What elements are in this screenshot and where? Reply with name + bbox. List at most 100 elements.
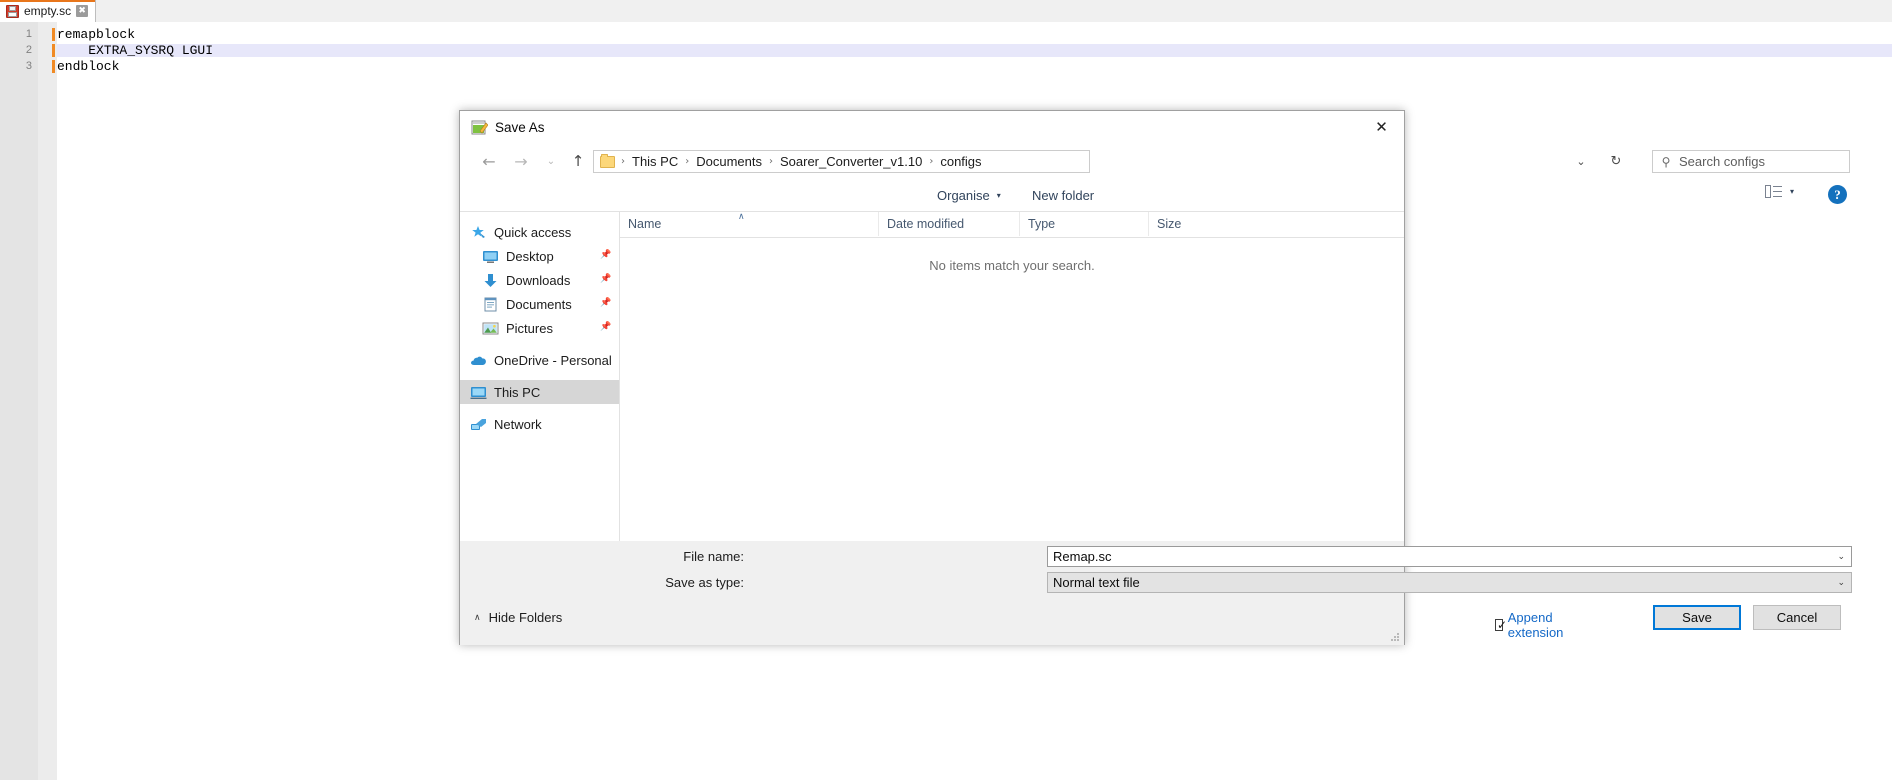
file-fields-area: File name: Remap.sc ⌄ Save as type: Norm… <box>460 541 1404 599</box>
file-name-row: File name: Remap.sc ⌄ <box>460 546 1404 567</box>
column-header-size-label: Size <box>1157 217 1181 231</box>
editor-tab-label: empty.sc <box>24 0 71 22</box>
breadcrumb-item-configs[interactable]: configs <box>939 154 982 169</box>
sidebar-item-label: This PC <box>494 385 540 400</box>
sidebar-item-this-pc[interactable]: This PC <box>460 380 619 404</box>
save-button[interactable]: Save <box>1653 605 1741 630</box>
append-extension-checkbox[interactable]: ✓ <box>1495 619 1503 631</box>
dialog-footer: ∧ Hide Folders ✓ Append extension Save C… <box>460 599 1404 645</box>
save-as-type-value: Normal text file <box>1053 575 1140 590</box>
sidebar-item-pictures[interactable]: Pictures 📌 <box>460 316 619 340</box>
close-icon[interactable]: ✕ <box>1359 111 1404 142</box>
resize-grip[interactable] <box>1391 633 1400 642</box>
forward-button[interactable]: → <box>508 148 534 174</box>
append-extension-option[interactable]: ✓ Append extension <box>1495 610 1568 640</box>
pin-icon[interactable]: 📌 <box>600 251 609 260</box>
chevron-down-icon[interactable]: ⌄ <box>1837 552 1845 562</box>
sidebar-item-label: Network <box>494 417 542 432</box>
dialog-body: Quick access Desktop 📌 Downloads 📌 <box>460 211 1404 542</box>
sidebar-item-quick-access[interactable]: Quick access <box>460 220 619 244</box>
chevron-down-icon: ▾ <box>997 191 1001 200</box>
organise-label: Organise <box>937 188 990 203</box>
documents-icon <box>482 297 499 312</box>
fold-bar-icon <box>52 60 55 73</box>
dialog-title-bar: Save As ✕ <box>460 111 1404 144</box>
view-mode-button[interactable]: ▾ <box>1765 185 1794 198</box>
dialog-title: Save As <box>495 119 545 136</box>
chevron-down-icon[interactable]: ⌄ <box>1837 578 1845 588</box>
column-header-date-modified[interactable]: Date modified <box>878 212 1019 236</box>
up-button[interactable]: ↑ <box>565 148 591 174</box>
hide-folders-button[interactable]: ∧ Hide Folders <box>474 610 562 625</box>
hide-folders-label: Hide Folders <box>489 610 563 625</box>
list-view-icon <box>1765 185 1782 198</box>
column-header-name-label: Name <box>628 217 661 231</box>
navigation-bar: ← → ⌄ ↑ › This PC › Documents › Soarer_C… <box>460 144 1404 179</box>
check-icon: ✓ <box>1497 618 1507 632</box>
search-placeholder: Search configs <box>1679 154 1765 169</box>
sidebar-item-onedrive[interactable]: OneDrive - Personal <box>460 348 619 372</box>
column-header-date-label: Date modified <box>887 217 964 231</box>
breadcrumb[interactable]: › This PC › Documents › Soarer_Converter… <box>593 150 1090 173</box>
sidebar-item-network[interactable]: Network <box>460 412 619 436</box>
breadcrumb-separator: › <box>763 156 779 167</box>
save-as-type-select[interactable]: Normal text file ⌄ <box>1047 572 1852 593</box>
pin-icon[interactable]: 📌 <box>600 323 609 332</box>
recent-locations-button[interactable]: ⌄ <box>538 148 564 174</box>
column-header-row: Name ∧ Date modified Type Size <box>620 212 1404 238</box>
code-line[interactable]: 3 endblock <box>0 60 1892 73</box>
dialog-toolbar: Organise ▾ New folder ▾ ? <box>460 179 1404 211</box>
network-icon <box>470 417 487 432</box>
desktop-icon <box>482 249 499 264</box>
file-name-label: File name: <box>683 546 744 567</box>
back-button[interactable]: ← <box>476 148 502 174</box>
append-extension-label: Append extension <box>1508 610 1568 640</box>
empty-list-message: No items match your search. <box>620 258 1404 273</box>
sidebar-item-label: OneDrive - Personal <box>494 353 612 368</box>
fold-bar-icon <box>52 44 55 57</box>
pictures-icon <box>482 321 499 336</box>
chevron-down-icon: ▾ <box>1790 187 1794 196</box>
search-icon: ⚲ <box>1653 155 1679 169</box>
code-line-text: endblock <box>57 60 119 73</box>
breadcrumb-item-documents[interactable]: Documents <box>695 154 763 169</box>
column-header-type[interactable]: Type <box>1019 212 1148 236</box>
breadcrumb-separator: › <box>679 156 695 167</box>
breadcrumb-item-this-pc[interactable]: This PC <box>631 154 679 169</box>
editor-tab-empty-sc[interactable]: empty.sc ✖ <box>0 0 96 22</box>
pin-icon[interactable]: 📌 <box>600 299 609 308</box>
code-line-text: remapblock <box>57 28 135 41</box>
fold-bar-icon <box>52 28 55 41</box>
code-line-text: EXTRA_SYSRQ LGUI <box>57 44 213 57</box>
search-input[interactable]: ⚲ Search configs <box>1652 150 1850 173</box>
breadcrumb-separator: › <box>923 156 939 167</box>
file-name-value: Remap.sc <box>1053 549 1112 564</box>
sidebar-item-documents[interactable]: Documents 📌 <box>460 292 619 316</box>
close-icon[interactable]: ✖ <box>76 5 88 17</box>
column-header-name[interactable]: Name <box>620 212 878 236</box>
sidebar-item-desktop[interactable]: Desktop 📌 <box>460 244 619 268</box>
help-button[interactable]: ? <box>1828 185 1847 204</box>
breadcrumb-separator: › <box>615 156 631 167</box>
onedrive-cloud-icon <box>470 353 487 368</box>
sidebar-item-label: Downloads <box>506 273 570 288</box>
file-list-pane[interactable]: Name ∧ Date modified Type Size No items … <box>620 212 1404 542</box>
code-line[interactable]: 1 remapblock <box>0 28 1892 41</box>
sidebar-item-downloads[interactable]: Downloads 📌 <box>460 268 619 292</box>
chevron-down-icon[interactable]: ⌄ <box>1567 150 1595 173</box>
column-header-size[interactable]: Size <box>1148 212 1251 236</box>
pin-icon[interactable]: 📌 <box>600 275 609 284</box>
breadcrumb-item-soarer-converter[interactable]: Soarer_Converter_v1.10 <box>779 154 923 169</box>
sort-ascending-icon: ∧ <box>738 212 745 222</box>
save-as-type-label: Save as type: <box>665 572 744 593</box>
refresh-icon[interactable]: ↻ <box>1602 150 1630 173</box>
organise-button[interactable]: Organise ▾ <box>930 184 1008 206</box>
sidebar-item-label: Quick access <box>494 225 571 240</box>
new-folder-button[interactable]: New folder <box>1025 184 1101 206</box>
code-line-current[interactable]: 2 EXTRA_SYSRQ LGUI <box>0 44 1892 57</box>
file-name-input[interactable]: Remap.sc ⌄ <box>1047 546 1852 567</box>
cancel-button[interactable]: Cancel <box>1753 605 1841 630</box>
save-as-dialog: Save As ✕ ← → ⌄ ↑ › This PC › Documents … <box>459 110 1405 645</box>
navigation-pane: Quick access Desktop 📌 Downloads 📌 <box>460 212 620 542</box>
star-pin-icon <box>470 225 487 240</box>
